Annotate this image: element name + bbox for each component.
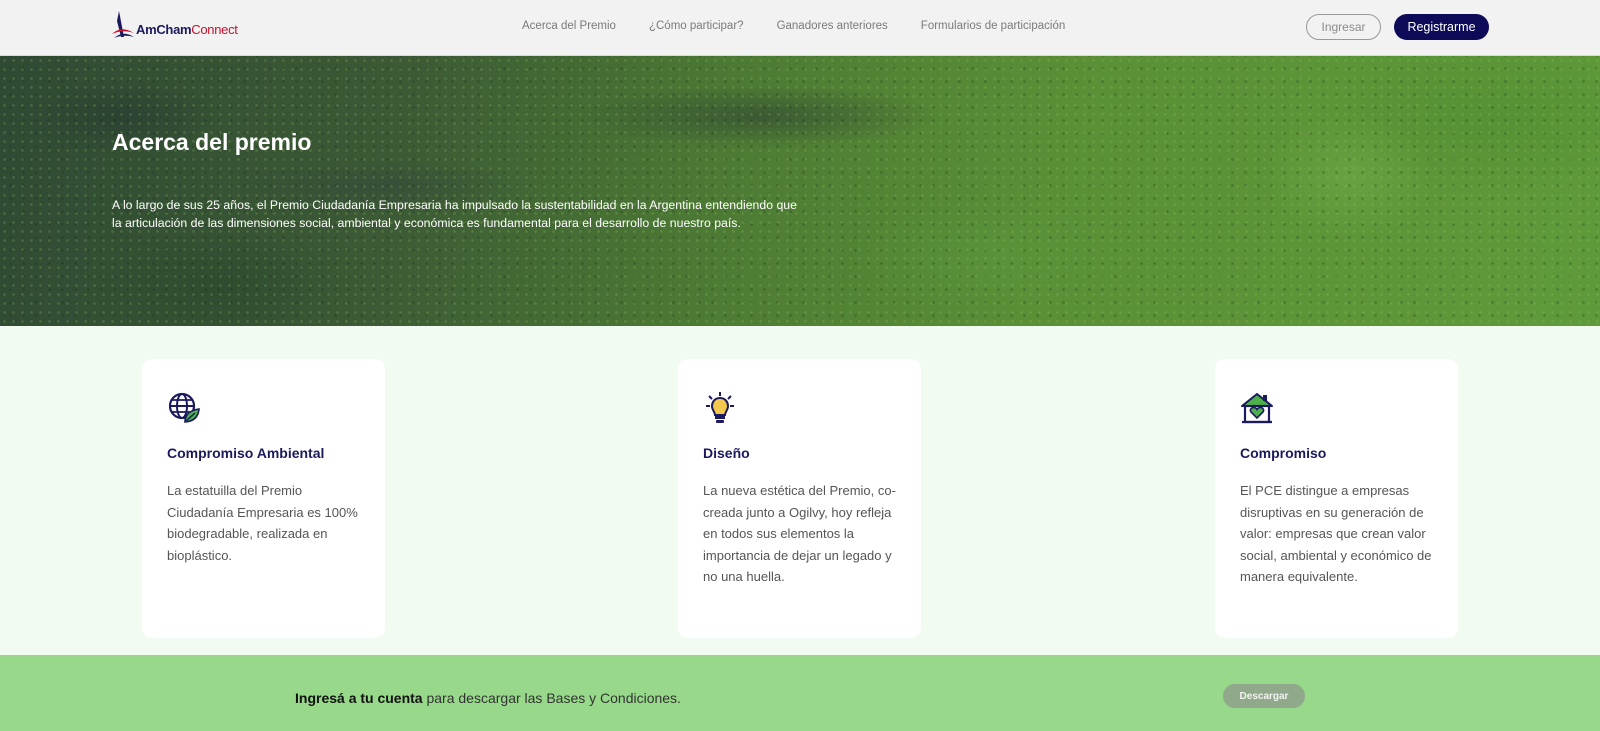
card-title: Compromiso bbox=[1240, 445, 1327, 461]
login-button[interactable]: Ingresar bbox=[1306, 14, 1381, 40]
logo-wordmark: AmChamConnect bbox=[136, 22, 238, 37]
amcham-logo[interactable]: AmChamConnect bbox=[111, 10, 238, 40]
amcham-logo-mark-icon bbox=[112, 11, 134, 38]
lightbulb-icon bbox=[706, 392, 734, 423]
nav-item-como-participar[interactable]: ¿Cómo participar? bbox=[649, 20, 744, 32]
feature-card-ambiental: Compromiso Ambiental La estatuilla del P… bbox=[142, 359, 385, 638]
download-button[interactable]: Descargar bbox=[1223, 684, 1305, 708]
feature-card-diseno: Diseño La nueva estética del Premio, co-… bbox=[678, 359, 921, 638]
card-title: Compromiso Ambiental bbox=[167, 445, 325, 461]
main-nav: Acerca del Premio ¿Cómo participar? Gana… bbox=[522, 20, 1098, 32]
hero-description: A lo largo de sus 25 años, el Premio Ciu… bbox=[112, 198, 797, 230]
card-description: La nueva estética del Premio, co-creada … bbox=[703, 483, 896, 584]
download-cta-text: Ingresá a tu cuenta para descargar las B… bbox=[295, 690, 681, 706]
card-description: El PCE distingue a empresas disruptivas … bbox=[1240, 483, 1432, 584]
card-description: La estatuilla del Premio Ciudadanía Empr… bbox=[167, 483, 358, 563]
login-link-text[interactable]: Ingresá a tu cuenta bbox=[295, 690, 423, 706]
hero-banner: Acerca del premio A lo largo de sus 25 a… bbox=[0, 56, 1600, 326]
download-cta-bar: Ingresá a tu cuenta para descargar las B… bbox=[0, 655, 1600, 731]
globe-leaf-icon bbox=[168, 392, 200, 423]
feature-card-compromiso: Compromiso El PCE distingue a empresas d… bbox=[1215, 359, 1458, 638]
page-title: Acerca del premio bbox=[112, 129, 312, 155]
register-button[interactable]: Registrarme bbox=[1394, 14, 1489, 40]
house-heart-icon bbox=[1241, 393, 1273, 424]
card-title: Diseño bbox=[703, 445, 750, 461]
top-navbar: AmChamConnect Acerca del Premio ¿Cómo pa… bbox=[0, 0, 1600, 56]
nav-item-acerca[interactable]: Acerca del Premio bbox=[522, 20, 616, 32]
nav-item-formularios[interactable]: Formularios de participación bbox=[921, 20, 1065, 32]
nav-item-ganadores[interactable]: Ganadores anteriores bbox=[777, 20, 888, 32]
